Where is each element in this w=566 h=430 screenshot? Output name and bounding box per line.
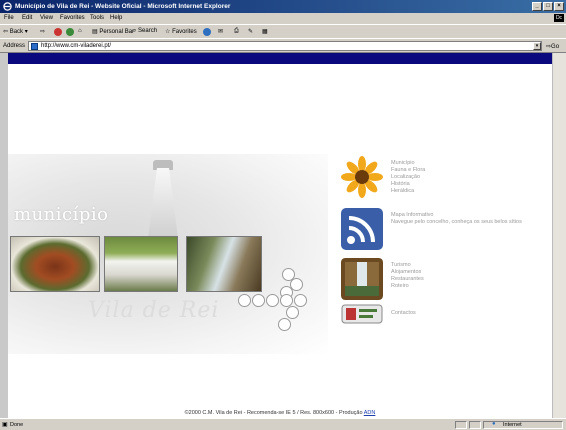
photo-village-house xyxy=(104,236,178,292)
address-value: http://www.cm-viladerei.pt/ xyxy=(41,43,112,49)
link-alojamentos[interactable]: Alojamentos xyxy=(391,269,424,276)
window-titlebar: Município de Vila de Rei - Website Ofici… xyxy=(0,0,566,13)
banner-word: município xyxy=(14,204,109,225)
status-bar: ▣ Done ● Internet xyxy=(0,418,566,430)
mail-button[interactable]: ✉ xyxy=(218,28,223,35)
refresh-icon xyxy=(66,28,74,36)
address-label: Address xyxy=(3,43,26,49)
contact-card-icon[interactable] xyxy=(341,304,383,324)
search-button[interactable]: ⌕ Search xyxy=(133,28,157,35)
circle xyxy=(238,294,251,307)
favorites-star-icon: ☆ xyxy=(165,29,171,35)
circle xyxy=(266,294,279,307)
address-input[interactable]: http://www.cm-viladerei.pt/ xyxy=(28,41,542,51)
status-cell xyxy=(455,421,467,429)
menu-bar: File Edit View Favorites Tools Help xyxy=(0,13,566,24)
link-municipio[interactable]: Município xyxy=(391,160,425,167)
link-fauna-flora[interactable]: Fauna e Flora xyxy=(391,167,425,174)
edit-icon: ✎ xyxy=(248,29,254,35)
history-icon xyxy=(203,28,211,36)
link-mapa-description[interactable]: Navegue pelo concelho, conheça os seus b… xyxy=(391,219,522,226)
personal-bar-button[interactable]: ▤ Personal Bar xyxy=(92,28,134,35)
search-label: Search xyxy=(138,28,158,34)
address-dropdown-button[interactable]: ▾ xyxy=(533,42,541,50)
menu-edit[interactable]: Edit xyxy=(22,15,32,21)
link-historia[interactable]: História xyxy=(391,181,425,188)
page-footer: ©2000 C.M. Vila de Rei - Recomenda-se IE… xyxy=(8,410,552,416)
menu-links-municipio: Município Fauna e Flora Localização Hist… xyxy=(391,160,425,195)
link-contactos[interactable]: Contactos xyxy=(391,310,416,317)
print-icon: ⎙ xyxy=(234,28,239,34)
home-button[interactable]: ⌂ xyxy=(78,28,82,34)
back-arrow-icon: ⇦ xyxy=(3,29,9,35)
status-text: Done xyxy=(10,422,24,428)
close-button[interactable]: × xyxy=(554,2,564,11)
history-button[interactable] xyxy=(203,28,212,36)
favorites-button[interactable]: ☆ Favorites xyxy=(165,28,197,35)
stop-button[interactable] xyxy=(54,28,63,36)
footer-text: ©2000 C.M. Vila de Rei - Recomenda-se IE… xyxy=(184,410,363,416)
page-content: município Vila de Rei Município Fauna e … xyxy=(8,64,552,418)
signature-vila-de-rei: Vila de Rei xyxy=(88,298,220,323)
back-label: Back xyxy=(9,29,24,35)
home-icon: ⌂ xyxy=(78,28,82,34)
print-button[interactable]: ⎙ xyxy=(234,28,239,35)
link-turismo[interactable]: Turismo xyxy=(391,262,424,269)
site-header-band xyxy=(8,53,552,64)
flower-icon[interactable] xyxy=(341,156,383,198)
link-heraldica[interactable]: Heráldica xyxy=(391,188,425,195)
vertical-scrollbar[interactable] xyxy=(552,53,566,418)
forward-arrow-icon: ⇨ xyxy=(40,29,46,35)
back-button[interactable]: ⇦ Back ▾ xyxy=(3,28,28,35)
link-localizacao[interactable]: Localização xyxy=(391,174,425,181)
windows-logo-badge: Dc xyxy=(554,14,564,22)
done-page-icon: ▣ xyxy=(2,422,8,428)
favorites-label: Favorites xyxy=(172,29,197,35)
go-button[interactable]: ⇨Go xyxy=(546,43,559,50)
menu-links-contactos: Contactos xyxy=(391,310,416,317)
search-icon: ⌕ xyxy=(133,28,137,34)
zone-text: Internet xyxy=(503,422,522,428)
rss-signal-icon[interactable] xyxy=(341,208,383,250)
menu-tools[interactable]: Tools xyxy=(90,15,104,21)
link-mapa-informativo[interactable]: Mapa Informativo xyxy=(391,212,522,219)
circle xyxy=(252,294,265,307)
page-icon xyxy=(31,43,38,50)
window-title: Município de Vila de Rei - Website Ofici… xyxy=(15,3,231,10)
globe-icon: ● xyxy=(492,421,496,427)
dropdown-arrow-icon: ▾ xyxy=(24,29,28,35)
menu-view[interactable]: View xyxy=(40,15,53,21)
maximize-button[interactable]: □ xyxy=(543,2,553,11)
refresh-button[interactable] xyxy=(66,28,75,36)
internet-explorer-icon xyxy=(3,2,12,11)
standard-toolbar: ⇦ Back ▾ ⇨ ⌂ ▤ Personal Bar ⌕ Search ☆ F… xyxy=(0,24,566,38)
menu-links-turismo: Turismo Alojamentos Restaurantes Roteiro xyxy=(391,262,424,290)
edit-button[interactable]: ✎ xyxy=(248,28,253,35)
discuss-button[interactable]: ▦ xyxy=(262,28,268,35)
status-cell xyxy=(469,421,481,429)
personal-bar-icon: ▤ xyxy=(92,29,98,35)
link-restaurantes[interactable]: Restaurantes xyxy=(391,276,424,283)
address-bar: Address http://www.cm-viladerei.pt/ ▾ ⇨G… xyxy=(0,38,566,53)
link-roteiro[interactable]: Roteiro xyxy=(391,283,424,290)
menu-favorites[interactable]: Favorites xyxy=(60,15,85,21)
stop-icon xyxy=(54,28,62,36)
circle xyxy=(294,294,307,307)
personal-bar-label: Personal Bar xyxy=(99,29,135,35)
photo-food xyxy=(10,236,100,292)
circle xyxy=(278,318,291,331)
menu-file[interactable]: File xyxy=(4,15,14,21)
circle xyxy=(286,306,299,319)
menu-help[interactable]: Help xyxy=(110,15,122,21)
footer-link-adn[interactable]: ADN xyxy=(364,410,376,416)
menu-links-mapa: Mapa Informativo Navegue pelo concelho, … xyxy=(391,212,522,226)
mail-icon: ✉ xyxy=(218,29,224,35)
discuss-icon: ▦ xyxy=(262,29,268,35)
forward-button[interactable]: ⇨ xyxy=(40,28,45,35)
waterfall-icon[interactable] xyxy=(341,258,383,300)
go-label: Go xyxy=(551,44,560,50)
decorative-circles xyxy=(236,268,316,338)
minimize-button[interactable]: _ xyxy=(532,2,542,11)
